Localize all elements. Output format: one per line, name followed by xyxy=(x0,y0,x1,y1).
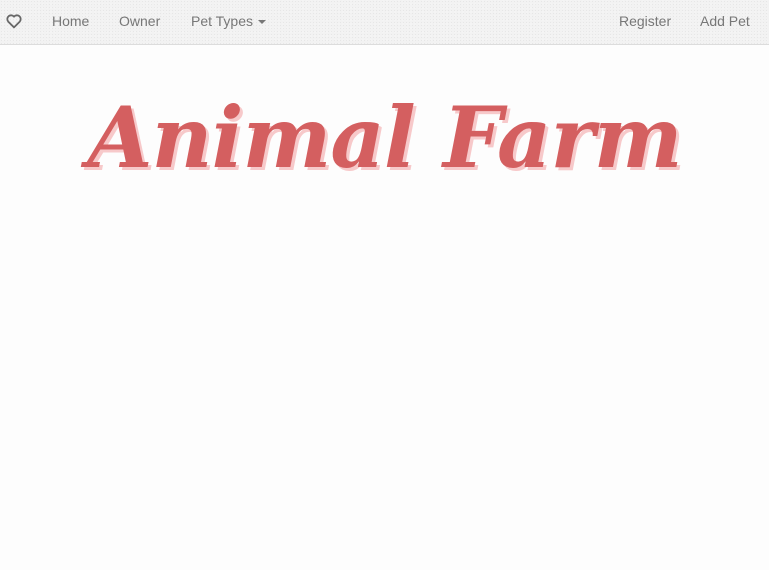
nav-link-home[interactable]: Home xyxy=(52,13,89,29)
nav-link-owner[interactable]: Owner xyxy=(119,13,160,29)
hero-section: Animal Farm xyxy=(0,88,769,188)
nav-link-register[interactable]: Register xyxy=(619,13,671,29)
nav-dropdown-pet-types[interactable]: Pet Types xyxy=(191,13,267,29)
nav-dropdown-pet-types-label: Pet Types xyxy=(191,13,254,29)
page-title: Animal Farm xyxy=(87,88,682,187)
caret-down-icon xyxy=(258,20,267,25)
heart-icon[interactable] xyxy=(5,12,23,30)
nav-link-add-pet[interactable]: Add Pet xyxy=(700,13,750,29)
top-navbar: Home Owner Pet Types Register Add Pet xyxy=(0,0,769,45)
